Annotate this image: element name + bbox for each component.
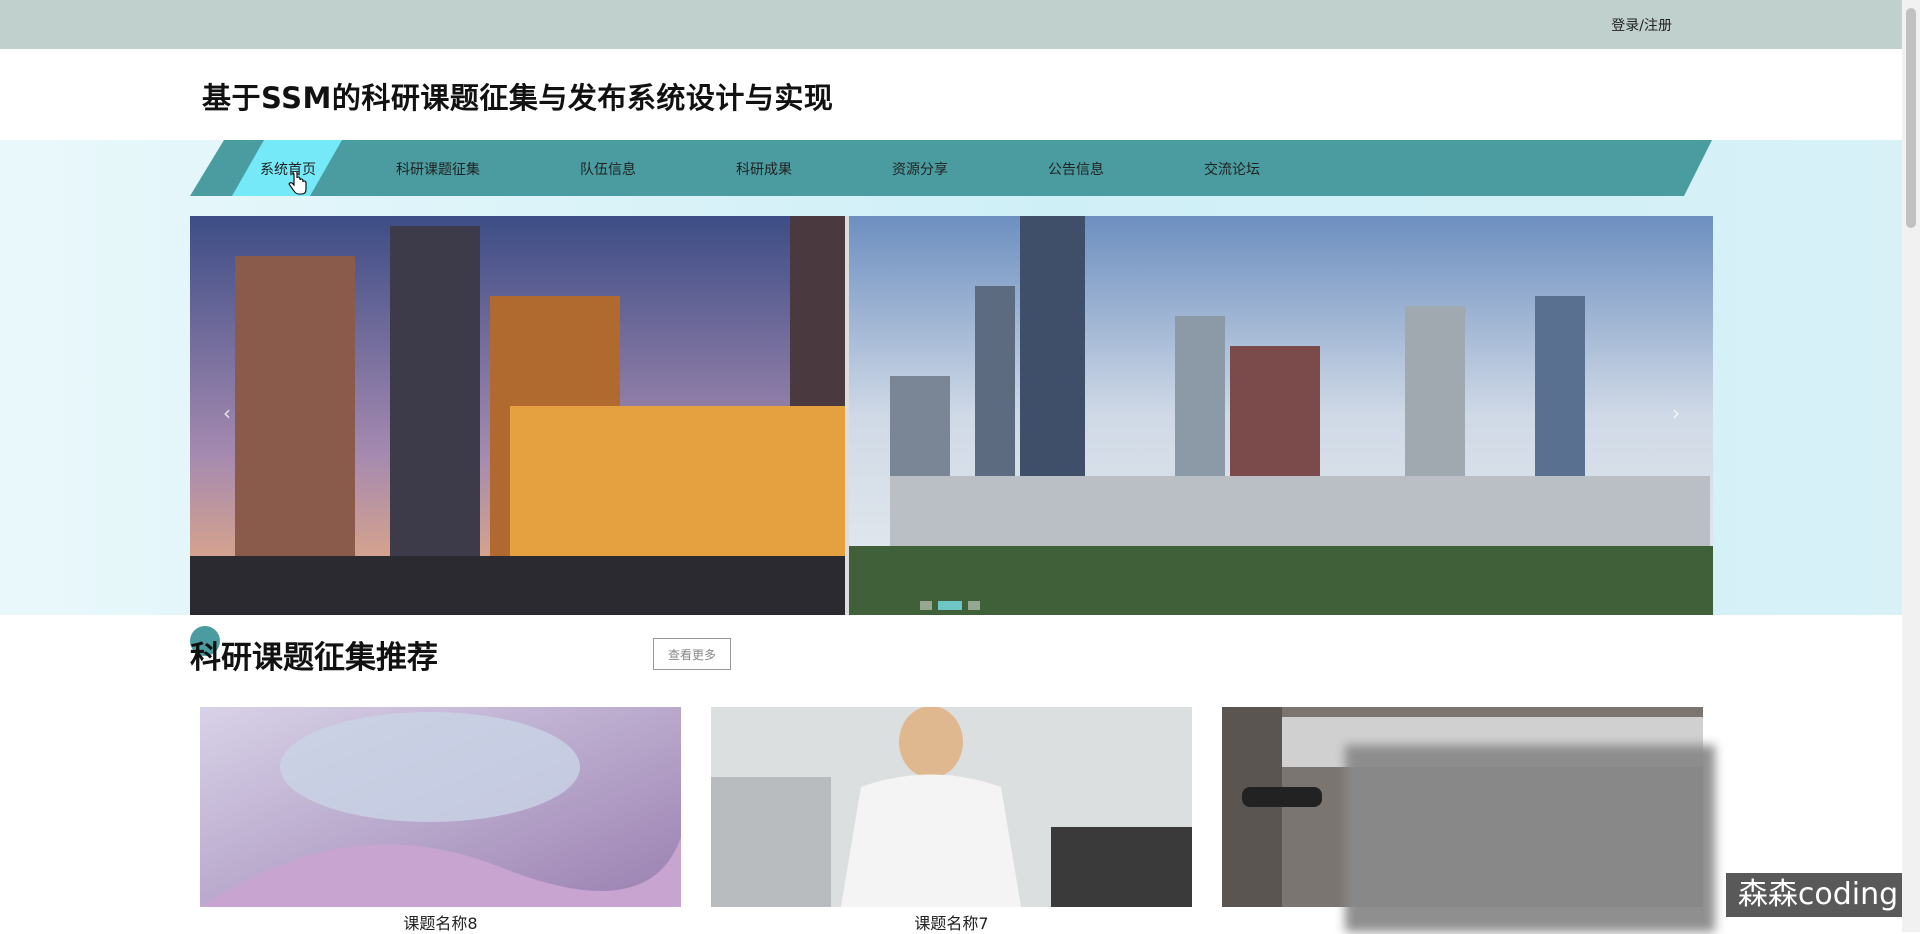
top-bar: 登录/注册 [0,0,1902,49]
watermark: 森森coding [1726,873,1910,917]
nav-item-research-results[interactable]: 科研成果 [736,159,792,179]
site-title: 基于SSM的科研课题征集与发布系统设计与实现 [202,81,834,115]
hand-cursor-icon [288,172,307,195]
nav-item-team-info[interactable]: 队伍信息 [580,159,636,179]
topic-card-name: 课题名称7 [914,914,989,933]
topic-card-image [711,707,1192,907]
topic-card[interactable]: 课题名称7 [711,707,1192,933]
main-nav: 系统首页 科研课题征集 队伍信息 科研成果 资源分享 公告信息 交流论坛 [190,140,1712,196]
carousel-dot[interactable] [968,601,980,610]
section-title: 科研课题征集推荐 [190,640,438,676]
login-register-link[interactable]: 登录/注册 [1611,15,1672,35]
view-more-button[interactable]: 查看更多 [653,638,731,670]
topic-card-image [200,707,681,907]
blurred-region [1345,745,1715,932]
image-carousel[interactable]: ‹ › [190,216,1713,615]
nav-item-forum[interactable]: 交流论坛 [1204,159,1260,179]
carousel-next-icon[interactable]: › [1672,401,1680,425]
page-scrollbar[interactable] [1902,0,1920,932]
topic-card-name: 课题名称8 [403,914,478,933]
nav-item-topic-collection[interactable]: 科研课题征集 [396,159,480,179]
site-header: 基于SSM的科研课题征集与发布系统设计与实现 [0,49,1902,140]
scrollbar-thumb[interactable] [1906,8,1916,228]
carousel-dot-active[interactable] [938,601,962,610]
carousel-slide-image [190,216,1713,615]
topic-card[interactable]: 课题名称8 [200,707,681,933]
carousel-indicators [920,601,980,610]
nav-item-announcements[interactable]: 公告信息 [1048,159,1104,179]
carousel-dot[interactable] [920,601,932,610]
nav-item-resource-sharing[interactable]: 资源分享 [892,159,948,179]
carousel-prev-icon[interactable]: ‹ [223,401,231,425]
